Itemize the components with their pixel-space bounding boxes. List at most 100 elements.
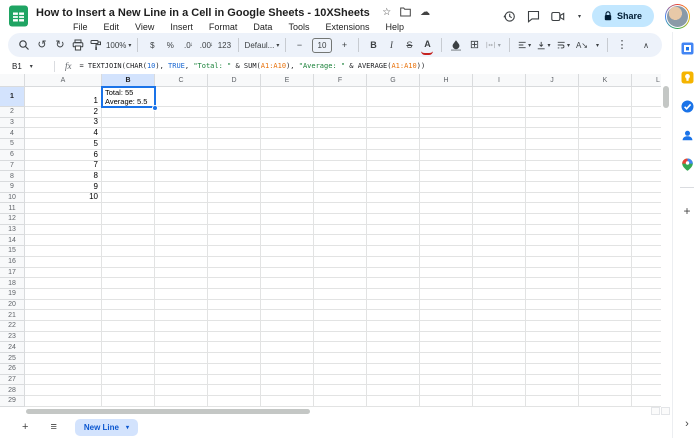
cell-E28[interactable] [261,385,314,396]
cell-G15[interactable] [367,246,420,257]
cell-C12[interactable] [155,214,208,225]
cell-F14[interactable] [314,235,367,247]
column-header-l[interactable]: L [632,74,661,87]
cell-C19[interactable] [155,288,208,300]
cell-C22[interactable] [155,321,208,332]
cell-J21[interactable] [526,310,579,322]
cell-A5[interactable]: 5 [25,139,102,150]
cell-B9[interactable] [102,181,155,193]
cell-B17[interactable] [102,267,155,279]
cell-C17[interactable] [155,267,208,279]
vertical-align-icon[interactable]: ▾ [537,36,551,54]
row-header-21[interactable]: 21 [0,310,25,322]
cell-A11[interactable] [25,203,102,215]
cell-H4[interactable] [420,128,473,140]
cell-C9[interactable] [155,181,208,193]
cell-K1[interactable] [579,87,632,107]
cell-E23[interactable] [261,331,314,343]
cell-I15[interactable] [473,246,526,257]
cell-G20[interactable] [367,299,420,311]
row-header-11[interactable]: 11 [0,203,25,215]
cell-B13[interactable] [102,224,155,236]
cell-D10[interactable] [208,192,261,204]
tasks-icon[interactable] [681,100,694,113]
row-header-17[interactable]: 17 [0,267,25,279]
cell-L15[interactable] [632,246,661,257]
cell-I5[interactable] [473,139,526,150]
cell-H21[interactable] [420,310,473,322]
cell-B12[interactable] [102,214,155,225]
menu-item-view[interactable]: View [132,21,157,33]
cell-K14[interactable] [579,235,632,247]
cell-K24[interactable] [579,342,632,354]
cell-B5[interactable] [102,139,155,150]
cell-J10[interactable] [526,192,579,204]
cell-E7[interactable] [261,160,314,172]
cell-F27[interactable] [314,374,367,386]
cell-D22[interactable] [208,321,261,332]
cell-F1[interactable] [314,87,367,107]
cell-L1[interactable] [632,87,661,107]
cell-L18[interactable] [632,278,661,289]
cell-H22[interactable] [420,321,473,332]
row-header-10[interactable]: 10 [0,192,25,204]
cell-E17[interactable] [261,267,314,279]
cell-F16[interactable] [314,256,367,268]
cell-E27[interactable] [261,374,314,386]
cell-J26[interactable] [526,363,579,375]
cell-L6[interactable] [632,149,661,161]
name-box[interactable]: B1 ▾ [0,62,54,71]
avatar[interactable] [665,3,690,29]
cell-J13[interactable] [526,224,579,236]
cell-C3[interactable] [155,117,208,129]
cell-L29[interactable] [632,395,661,407]
cell-D29[interactable] [208,395,261,407]
cell-A8[interactable]: 8 [25,171,102,182]
cell-J12[interactable] [526,214,579,225]
cell-A2[interactable]: 2 [25,107,102,118]
column-header-e[interactable]: E [261,74,314,87]
row-header-14[interactable]: 14 [0,235,25,247]
cell-F18[interactable] [314,278,367,289]
cell-C5[interactable] [155,139,208,150]
cell-H15[interactable] [420,246,473,257]
cell-D24[interactable] [208,342,261,354]
contacts-icon[interactable] [681,129,694,142]
cell-F15[interactable] [314,246,367,257]
cell-I16[interactable] [473,256,526,268]
cell-E11[interactable] [261,203,314,215]
cell-H6[interactable] [420,149,473,161]
meet-dropdown-icon[interactable]: ▾ [578,13,581,20]
row-header-2[interactable]: 2 [0,107,25,118]
cell-B4[interactable] [102,128,155,140]
cell-H9[interactable] [420,181,473,193]
column-header-j[interactable]: J [526,74,579,87]
cell-L25[interactable] [632,353,661,364]
cell-L12[interactable] [632,214,661,225]
undo-icon[interactable]: ↺ [36,36,48,54]
cell-A15[interactable] [25,246,102,257]
strikethrough-button[interactable]: S [403,36,415,54]
cell-H20[interactable] [420,299,473,311]
version-history-icon[interactable] [503,10,516,23]
cell-H17[interactable] [420,267,473,279]
cell-A9[interactable]: 9 [25,181,102,193]
cell-D15[interactable] [208,246,261,257]
row-header-28[interactable]: 28 [0,385,25,396]
cell-E19[interactable] [261,288,314,300]
cloud-status-icon[interactable]: ☁ [420,7,430,18]
cell-H10[interactable] [420,192,473,204]
cell-D19[interactable] [208,288,261,300]
calendar-icon[interactable] [681,42,694,55]
cell-D9[interactable] [208,181,261,193]
cell-A21[interactable] [25,310,102,322]
cell-J3[interactable] [526,117,579,129]
row-header-8[interactable]: 8 [0,171,25,182]
star-icon[interactable]: ☆ [382,7,391,18]
cell-K19[interactable] [579,288,632,300]
cell-H23[interactable] [420,331,473,343]
cell-F28[interactable] [314,385,367,396]
cell-L26[interactable] [632,363,661,375]
cell-F5[interactable] [314,139,367,150]
cell-K27[interactable] [579,374,632,386]
